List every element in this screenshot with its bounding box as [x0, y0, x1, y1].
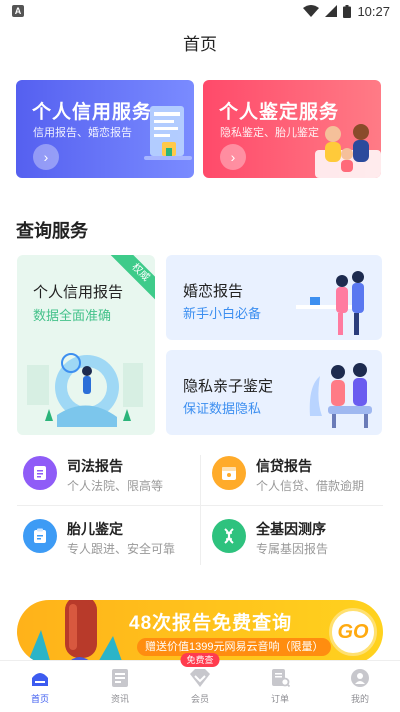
battery-icon	[343, 4, 352, 18]
couple-illustration	[296, 271, 364, 335]
status-time: 10:27	[357, 3, 390, 19]
grid-title: 全基因测序	[256, 521, 326, 537]
tab-label: 会员	[190, 694, 209, 704]
svc-subtitle: 保证数据隐私	[183, 401, 262, 416]
svc-title: 隐私亲子鉴定	[183, 378, 274, 395]
svc-subtitle: 新手小白必备	[183, 306, 262, 321]
svc-subtitle: 数据全面准确	[33, 308, 112, 323]
order-search-icon	[269, 667, 291, 689]
grid-subtitle: 个人信贷、借款逾期	[256, 479, 365, 493]
calendar-icon	[212, 456, 246, 490]
free-query-badge: 免费查	[180, 653, 220, 667]
tab-label: 我的	[350, 694, 369, 704]
section-title: 查询服务	[16, 221, 88, 241]
banner-title: 48次报告免费查询	[129, 613, 293, 634]
home-icon	[29, 667, 51, 689]
credit-report-illustration	[144, 106, 192, 160]
arrow-right-icon[interactable]: ›	[220, 144, 246, 170]
go-button[interactable]: GO	[329, 608, 377, 656]
diamond-icon	[189, 667, 211, 689]
bottom-tab-bar: 首页 资讯 免费查 会员 订单 我的	[0, 653, 400, 712]
personal-credit-service-card[interactable]: 个人信用服务 信用报告、婚恋报告 ›	[16, 80, 194, 178]
news-icon	[109, 667, 131, 689]
marriage-report-card[interactable]: 婚恋报告 新手小白必备	[166, 255, 382, 340]
grid-title: 胎儿鉴定	[67, 521, 123, 537]
status-right: 10:27	[303, 4, 390, 19]
app-notification-icon: A	[12, 5, 24, 17]
status-bar: A 10:27	[0, 0, 400, 22]
tab-profile[interactable]: 我的	[320, 661, 400, 712]
grid-title: 信贷报告	[256, 458, 312, 474]
card-subtitle: 信用报告、婚恋报告	[33, 127, 132, 139]
tab-label: 资讯	[110, 694, 129, 704]
tab-news[interactable]: 资讯	[80, 661, 160, 712]
personal-credit-report-card[interactable]: 权威 个人信用报告 数据全面准确	[17, 255, 155, 435]
genome-sequencing-item[interactable]: 全基因测序 专属基因报告	[206, 515, 386, 571]
fetal-test-item[interactable]: 胎儿鉴定 专人跟进、安全可靠	[17, 515, 197, 571]
grid-subtitle: 专属基因报告	[256, 542, 329, 556]
gift-illustration	[27, 600, 123, 664]
judicial-report-item[interactable]: 司法报告 个人法院、限高等	[17, 452, 197, 508]
tab-label: 首页	[30, 694, 49, 704]
signal-icon	[325, 5, 338, 17]
card-title: 个人信用服务	[32, 102, 153, 123]
banner-subtitle: 赠送价值1399元网易云音响（限量）	[137, 638, 332, 656]
family-illustration	[315, 124, 381, 178]
arrow-right-icon[interactable]: ›	[33, 144, 59, 170]
search-data-illustration	[27, 353, 143, 427]
grid-subtitle: 个人法院、限高等	[67, 479, 164, 493]
judicial-document-icon	[23, 456, 57, 490]
grid-divider-horizontal	[17, 505, 383, 506]
card-subtitle: 隐私鉴定、胎儿鉴定	[220, 127, 319, 139]
personal-identification-service-card[interactable]: 个人鉴定服务 隐私鉴定、胎儿鉴定 ›	[203, 80, 381, 178]
tab-label: 订单	[270, 694, 289, 704]
status-left: A	[12, 5, 24, 17]
user-icon	[349, 667, 371, 689]
svc-title: 个人信用报告	[33, 284, 124, 301]
page-title: 首页	[183, 35, 217, 54]
parents-illustration	[309, 363, 372, 428]
wifi-icon	[303, 5, 320, 17]
clipboard-icon	[23, 519, 57, 553]
grid-title: 司法报告	[67, 458, 123, 474]
tab-orders[interactable]: 订单	[240, 661, 320, 712]
privacy-paternity-test-card[interactable]: 隐私亲子鉴定 保证数据隐私	[166, 350, 382, 435]
grid-divider-vertical	[200, 455, 201, 565]
dna-icon	[212, 519, 246, 553]
tab-home[interactable]: 首页	[0, 661, 80, 712]
grid-subtitle: 专人跟进、安全可靠	[67, 542, 176, 556]
credit-loan-report-item[interactable]: 信贷报告 个人信贷、借款逾期	[206, 452, 386, 508]
svc-title: 婚恋报告	[183, 283, 244, 300]
tab-vip[interactable]: 免费查 会员	[160, 653, 240, 712]
